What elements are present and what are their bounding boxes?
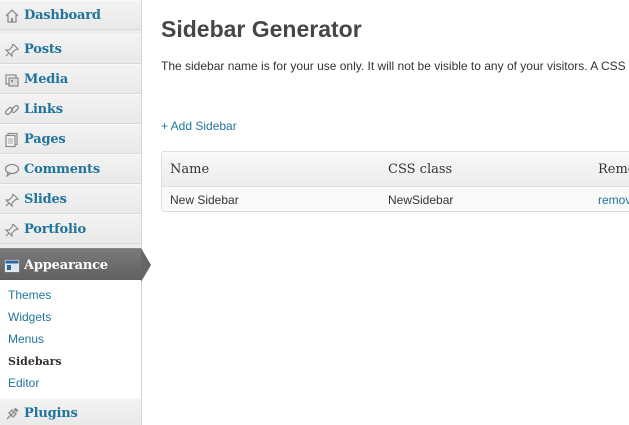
column-header-remove: Remo	[598, 162, 629, 177]
sidebar-item-comments[interactable]: Comments	[0, 154, 141, 184]
pushpin-icon	[3, 221, 21, 239]
submenu-item-menus[interactable]: Menus	[8, 332, 44, 346]
submenu-item-sidebars[interactable]: Sidebars	[8, 355, 62, 368]
appearance-submenu: Themes Widgets Menus Sidebars Editor	[0, 280, 141, 398]
media-icon	[3, 71, 21, 89]
link-icon	[3, 101, 21, 119]
admin-sidebar: Dashboard Posts Media Links Pages Commen…	[0, 0, 151, 425]
sidebar-item-label: Links	[24, 102, 63, 117]
sidebar-item-label: Appearance	[24, 258, 108, 273]
sidebar-item-posts[interactable]: Posts	[0, 34, 141, 64]
sidebar-item-label: Pages	[24, 132, 66, 147]
sidebar-item-links[interactable]: Links	[0, 94, 141, 124]
sidebar-item-label: Plugins	[24, 406, 78, 421]
sidebar-item-appearance[interactable]: Appearance	[0, 248, 151, 282]
sidebar-item-slides[interactable]: Slides	[0, 184, 141, 214]
main-content: Sidebar Generator The sidebar name is fo…	[143, 0, 629, 425]
sidebar-item-label: Comments	[24, 162, 100, 177]
table-row: New Sidebar NewSidebar remov	[162, 187, 629, 211]
appearance-icon	[3, 257, 21, 275]
comment-icon	[3, 161, 21, 179]
table-header: Name CSS class Remo	[162, 152, 629, 187]
plugin-icon	[3, 405, 21, 423]
pushpin-icon	[3, 41, 21, 59]
sidebar-item-plugins[interactable]: Plugins	[0, 398, 141, 425]
sidebar-item-media[interactable]: Media	[0, 64, 141, 94]
sidebar-item-dashboard[interactable]: Dashboard	[0, 0, 141, 30]
pushpin-icon	[3, 191, 21, 209]
sidebar-item-pages[interactable]: Pages	[0, 124, 141, 154]
sidebar-item-label: Portfolio	[24, 222, 86, 237]
intro-text: The sidebar name is for your use only. I…	[161, 59, 626, 73]
sidebar-item-label: Media	[24, 72, 69, 87]
submenu-item-editor[interactable]: Editor	[8, 376, 39, 390]
submenu-item-themes[interactable]: Themes	[8, 288, 51, 302]
home-icon	[3, 7, 21, 25]
pages-icon	[3, 131, 21, 149]
page-title: Sidebar Generator	[161, 16, 362, 42]
sidebar-item-label: Posts	[24, 42, 62, 57]
sidebar-item-label: Slides	[24, 192, 67, 207]
column-header-name: Name	[170, 162, 210, 177]
cell-sidebar-name: New Sidebar	[170, 193, 239, 207]
cell-css-class: NewSidebar	[388, 193, 454, 207]
add-sidebar-link[interactable]: + Add Sidebar	[161, 119, 237, 133]
sidebars-table: Name CSS class Remo New Sidebar NewSideb…	[161, 151, 629, 212]
sidebar-item-label: Dashboard	[24, 8, 101, 23]
remove-link[interactable]: remov	[598, 193, 629, 207]
sidebar-item-portfolio[interactable]: Portfolio	[0, 214, 141, 244]
column-header-css-class: CSS class	[388, 162, 453, 177]
submenu-item-widgets[interactable]: Widgets	[8, 310, 51, 324]
